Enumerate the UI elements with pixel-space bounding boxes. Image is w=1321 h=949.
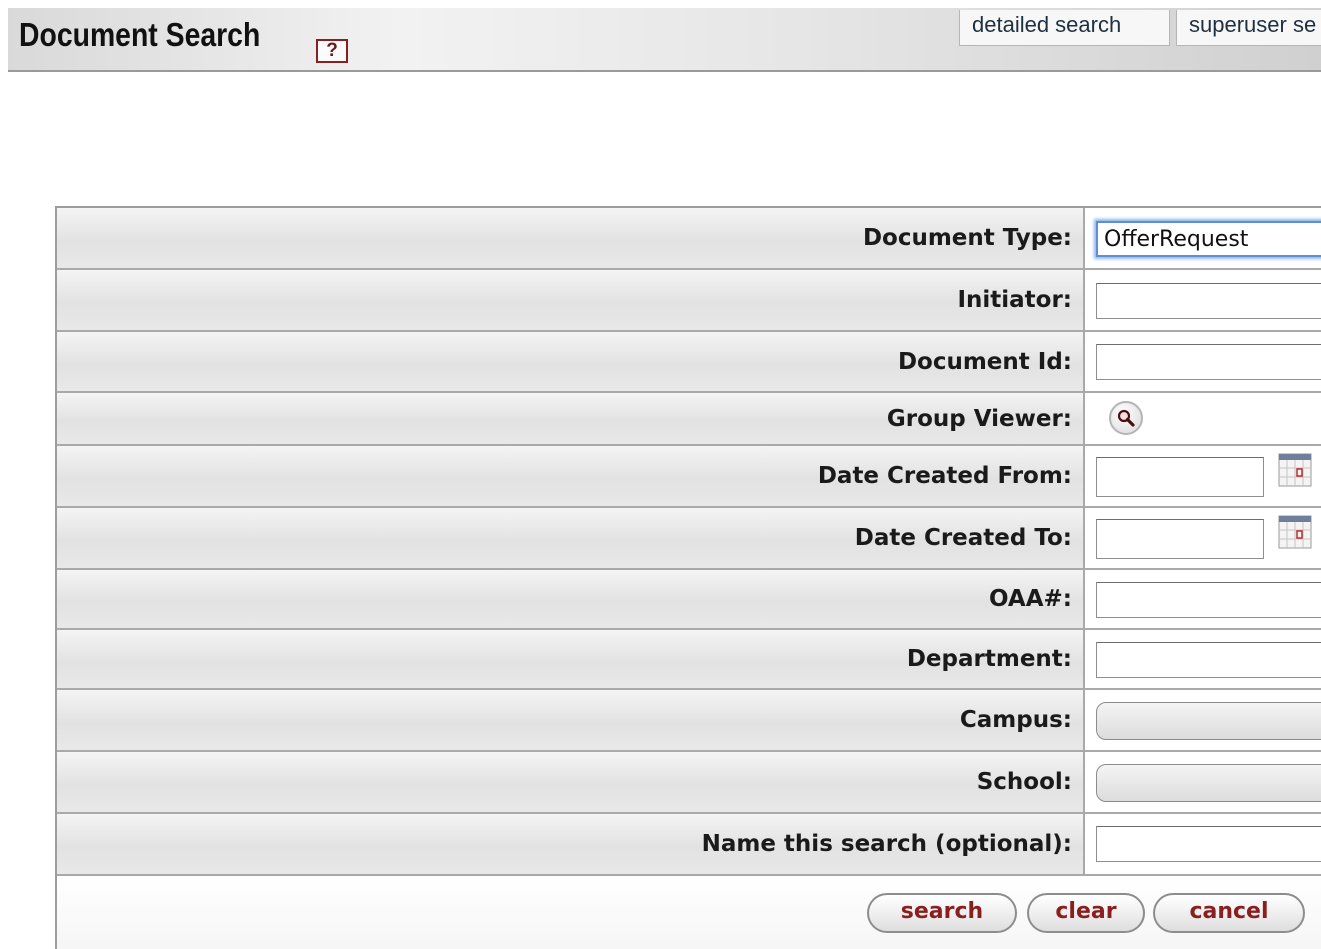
tab-detailed-search[interactable]: detailed search xyxy=(959,10,1170,46)
field-label: Document Type: xyxy=(862,225,1072,251)
document-type-input[interactable] xyxy=(1096,221,1321,257)
field-label: Department: xyxy=(906,646,1072,672)
document-id-input[interactable] xyxy=(1096,344,1321,380)
value-cell xyxy=(1085,508,1321,568)
row-document-id: Document Id: xyxy=(57,332,1321,393)
document-search-page: Document Search ? detailed search superu… xyxy=(0,0,1321,949)
department-input[interactable] xyxy=(1096,642,1321,678)
row-department: Department: xyxy=(57,630,1321,690)
cancel-button[interactable]: cancel xyxy=(1153,893,1305,933)
row-date-created-from: Date Created From: xyxy=(57,446,1321,508)
label-cell: Department: xyxy=(57,630,1085,688)
magnifier-lookup-icon[interactable] xyxy=(1109,401,1143,435)
row-campus: Campus: xyxy=(57,690,1321,752)
label-cell: Name this search (optional): xyxy=(57,814,1085,874)
value-cell xyxy=(1085,208,1321,268)
page-header: Document Search ? detailed search superu… xyxy=(8,8,1321,72)
label-cell: Campus: xyxy=(57,690,1085,750)
page-title: Document Search xyxy=(19,16,261,53)
date-created-to-input[interactable] xyxy=(1096,519,1264,559)
date-created-from-input[interactable] xyxy=(1096,457,1264,497)
value-cell xyxy=(1085,393,1321,444)
value-cell xyxy=(1085,630,1321,688)
field-label: Group Viewer: xyxy=(886,405,1072,432)
label-cell: Date Created From: xyxy=(57,446,1085,506)
search-name-input[interactable] xyxy=(1096,826,1321,862)
tab-superuser-search[interactable]: superuser se xyxy=(1176,10,1321,46)
value-cell xyxy=(1085,446,1321,506)
label-cell: Group Viewer: xyxy=(57,393,1085,444)
search-button[interactable]: search xyxy=(867,893,1017,933)
row-oaa-number: OAA#: xyxy=(57,570,1321,630)
value-cell xyxy=(1085,814,1321,874)
label-cell: Initiator: xyxy=(57,270,1085,330)
campus-select[interactable] xyxy=(1096,702,1321,740)
row-name-this-search: Name this search (optional): xyxy=(57,814,1321,876)
oaa-number-input[interactable] xyxy=(1096,582,1321,618)
label-cell: School: xyxy=(57,752,1085,812)
initiator-input[interactable] xyxy=(1096,283,1321,319)
field-label: Campus: xyxy=(959,707,1072,733)
field-label: Document Id: xyxy=(897,348,1072,375)
label-cell: Document Id: xyxy=(57,332,1085,391)
field-label: Date Created To: xyxy=(854,525,1072,551)
school-select[interactable] xyxy=(1096,764,1321,802)
label-cell: OAA#: xyxy=(57,570,1085,628)
row-school: School: xyxy=(57,752,1321,814)
value-cell xyxy=(1085,752,1321,812)
row-initiator: Initiator: xyxy=(57,270,1321,332)
label-cell: Date Created To: xyxy=(57,508,1085,568)
field-label: OAA#: xyxy=(988,586,1072,612)
value-cell xyxy=(1085,570,1321,628)
label-cell: Document Type: xyxy=(57,208,1085,268)
row-document-type: Document Type: xyxy=(57,208,1321,270)
field-label: Initiator: xyxy=(957,287,1072,313)
field-label: Name this search (optional): xyxy=(701,831,1072,857)
calendar-icon[interactable] xyxy=(1278,453,1312,487)
calendar-icon[interactable] xyxy=(1278,515,1312,549)
row-group-viewer: Group Viewer: xyxy=(57,393,1321,446)
value-cell xyxy=(1085,332,1321,391)
value-cell xyxy=(1085,270,1321,330)
row-date-created-to: Date Created To: xyxy=(57,508,1321,570)
value-cell xyxy=(1085,690,1321,750)
clear-button[interactable]: clear xyxy=(1027,893,1145,933)
form-button-row: search clear cancel xyxy=(57,876,1321,949)
search-form: Document Type: Initiator: Document Id: xyxy=(55,206,1321,949)
field-label: Date Created From: xyxy=(817,463,1072,489)
help-icon[interactable]: ? xyxy=(316,39,348,63)
field-label: School: xyxy=(976,769,1072,795)
